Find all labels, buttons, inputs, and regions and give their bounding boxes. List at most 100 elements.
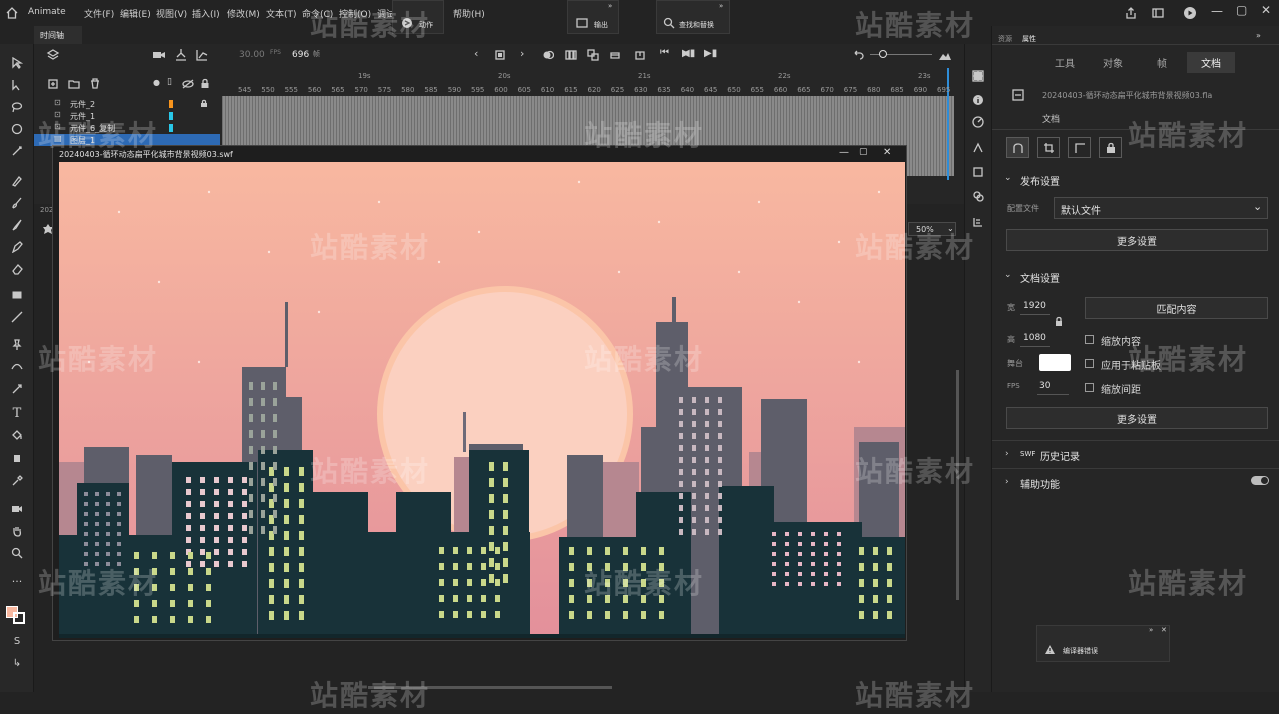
bone-tool[interactable]	[8, 142, 26, 160]
menu-commands[interactable]: 命令(C)	[302, 7, 333, 20]
layer-row[interactable]: ⊡ 元件_1	[34, 110, 220, 122]
pin-tool[interactable]	[8, 336, 26, 354]
zoom-select[interactable]: 50% ⌄	[908, 222, 956, 236]
home-icon[interactable]	[5, 6, 19, 20]
menu-file[interactable]: 文件(F)	[84, 7, 114, 20]
library-icon[interactable]	[972, 116, 984, 128]
layer-row[interactable]: ⊡ 元件_6_复制	[34, 122, 220, 134]
eraser-tool[interactable]	[8, 260, 26, 278]
output-panel[interactable]: » 输出	[567, 0, 619, 34]
rectangle-tool[interactable]	[8, 286, 26, 304]
outline-icon[interactable]: ▯	[167, 77, 172, 87]
ink-bottle-tool[interactable]	[8, 448, 26, 466]
profile-select[interactable]: 默认文件 ⌄	[1054, 197, 1268, 219]
corner-button[interactable]	[1068, 137, 1091, 158]
pencil-tool[interactable]	[8, 172, 26, 190]
accessibility-toggle[interactable]	[1251, 476, 1269, 485]
swf-preview-window[interactable]: 20240403-循环动态扁平化城市背景视频03.swf — ▢ ✕	[52, 145, 907, 641]
tab-object[interactable]: 对象	[1103, 55, 1123, 70]
width-value[interactable]: 1920	[1023, 301, 1046, 311]
lock-button[interactable]	[1099, 137, 1122, 158]
minimize-icon[interactable]: —	[839, 147, 849, 158]
zoom-tool[interactable]	[8, 544, 26, 562]
camera-icon[interactable]	[152, 48, 166, 62]
menu-text[interactable]: 文本(T)	[266, 7, 297, 20]
fps-value[interactable]: 30.00	[239, 50, 265, 60]
apply-to-pasteboard-checkbox[interactable]	[1085, 359, 1094, 368]
highlight-layer-icon[interactable]: ●	[153, 78, 160, 87]
selection-tool[interactable]	[8, 54, 26, 72]
lasso-tool[interactable]	[8, 98, 26, 116]
first-frame-icon[interactable]: ⏮	[660, 47, 669, 58]
hide-layer-icon[interactable]	[182, 79, 194, 89]
menu-insert[interactable]: 插入(I)	[192, 7, 220, 20]
next-keyframe-icon[interactable]: ›	[520, 47, 524, 60]
tab-tools[interactable]: 工具	[1055, 55, 1075, 70]
insert-frame-icon[interactable]	[634, 49, 646, 61]
brush-tool[interactable]	[8, 194, 26, 212]
menu-control[interactable]: 控制(O)	[339, 7, 371, 20]
workspace-icon[interactable]	[1151, 6, 1165, 20]
layer-depth-icon[interactable]	[174, 48, 188, 62]
match-contents-button[interactable]: 匹配内容	[1085, 297, 1268, 319]
tab-properties[interactable]: 属性	[1022, 34, 1036, 44]
chevron-right-icon[interactable]: ›	[1005, 449, 1009, 459]
code-snippets-icon[interactable]	[972, 216, 984, 228]
lock-icon[interactable]	[200, 99, 208, 108]
step-forward-icon[interactable]: ▶▮	[704, 48, 717, 59]
new-layer-icon[interactable]	[48, 79, 58, 89]
layer-color[interactable]	[169, 124, 173, 132]
stage-color-swatch[interactable]	[1039, 354, 1071, 371]
lock-icon[interactable]	[200, 78, 210, 89]
stage-canvas[interactable]	[59, 162, 905, 638]
chevron-down-icon[interactable]: ⌄	[1004, 270, 1012, 280]
stroke-color-swatch[interactable]	[13, 612, 25, 624]
panel-collapse-icon[interactable]: »	[608, 2, 612, 10]
doc-settings-title[interactable]: 文档设置	[1020, 270, 1060, 285]
transform-icon[interactable]	[972, 142, 984, 154]
align-icon[interactable]	[972, 166, 984, 178]
edit-multiple-frames-icon[interactable]	[565, 49, 577, 61]
info-icon[interactable]	[972, 94, 984, 106]
undo-icon[interactable]	[852, 49, 864, 61]
chevron-down-icon[interactable]: ⌄	[1004, 173, 1012, 183]
prev-keyframe-icon[interactable]: ‹	[474, 47, 478, 60]
height-value[interactable]: 1080	[1023, 333, 1046, 343]
current-frame[interactable]: 696	[292, 50, 309, 60]
3d-rotation-tool[interactable]	[8, 120, 26, 138]
line-tool[interactable]	[8, 308, 26, 326]
maximize-icon[interactable]: ▢	[859, 147, 868, 157]
text-tool[interactable]: T	[8, 404, 26, 422]
playhead[interactable]	[947, 68, 949, 180]
tab-frame[interactable]: 帧	[1157, 55, 1167, 70]
snap-tool[interactable]: S	[8, 632, 26, 650]
swf-history-title[interactable]: 历史记录	[1040, 448, 1080, 463]
tab-document-active[interactable]: 文档	[1187, 52, 1235, 73]
slider-handle[interactable]	[879, 50, 887, 58]
stage-scrollbar[interactable]	[956, 370, 959, 600]
play-icon[interactable]: ▶	[682, 48, 690, 59]
close-icon[interactable]: ✕	[1161, 626, 1167, 634]
delete-layer-icon[interactable]	[90, 78, 100, 89]
loop-icon[interactable]	[609, 49, 621, 61]
publish-more-settings-button[interactable]: 更多设置	[1006, 229, 1268, 251]
graph-icon[interactable]	[195, 48, 209, 62]
panel-collapse-icon[interactable]: »	[1149, 626, 1153, 634]
subselection-tool[interactable]	[8, 76, 26, 94]
eyedropper-tool[interactable]	[8, 472, 26, 490]
sync-icon[interactable]	[587, 49, 599, 61]
link-icon[interactable]	[1054, 316, 1064, 328]
timeline-tab[interactable]: 时间轴	[34, 26, 82, 44]
minimize-window-icon[interactable]: —	[1211, 4, 1223, 18]
layers-icon[interactable]	[46, 48, 60, 62]
find-replace-panel[interactable]: » 查找和替换	[656, 0, 730, 34]
add-keyframe-icon[interactable]	[494, 49, 506, 61]
chevron-right-icon[interactable]: ›	[1005, 477, 1009, 487]
menu-edit[interactable]: 编辑(E)	[120, 7, 151, 20]
maximize-window-icon[interactable]: ▢	[1236, 3, 1247, 17]
more-tools[interactable]: ···	[8, 572, 26, 590]
menu-help[interactable]: 帮助(H)	[453, 7, 485, 20]
camera-tool[interactable]	[8, 500, 26, 518]
doc-more-settings-button[interactable]: 更多设置	[1006, 407, 1268, 429]
crop-button[interactable]	[1037, 137, 1060, 158]
